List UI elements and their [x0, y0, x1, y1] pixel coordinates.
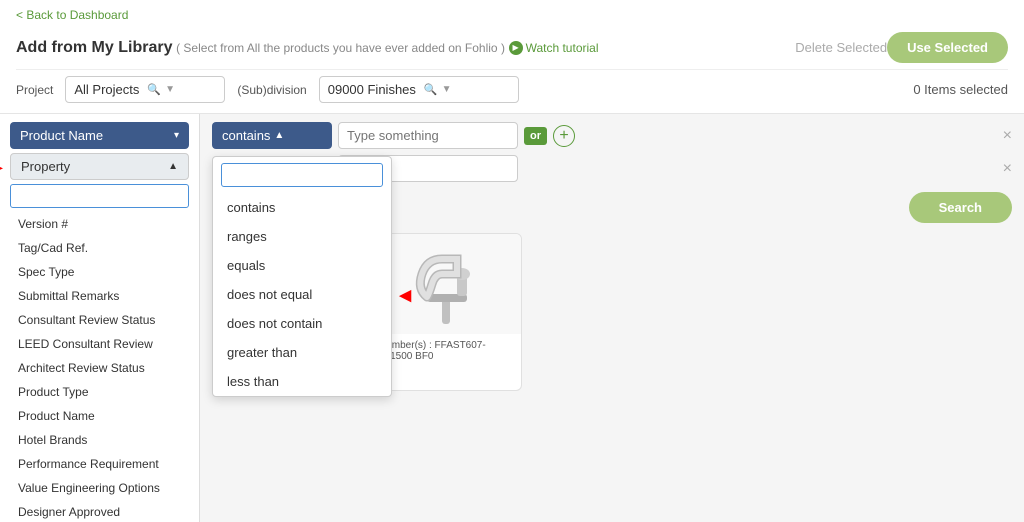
project-label: Project	[16, 83, 53, 97]
subdivision-value: 09000 Finishes	[328, 82, 416, 97]
property-item-consultant[interactable]: Consultant Review Status	[10, 308, 189, 332]
red-arrow-does-not-equal: ◀	[399, 286, 411, 304]
contains-option-does-not-contain[interactable]: does not contain	[213, 309, 391, 338]
property-item-valueeng[interactable]: Value Engineering Options	[10, 476, 189, 500]
contains-dropdown-btn[interactable]: contains ▲ contains ranges equals does n…	[212, 122, 332, 149]
play-icon: ▶	[509, 41, 523, 55]
search-button[interactable]: Search	[909, 192, 1012, 223]
faucet-svg	[407, 239, 487, 329]
contains-option-equals[interactable]: equals	[213, 251, 391, 280]
contains-label: contains	[222, 128, 270, 143]
chevron-up-icon-property: ▲	[168, 161, 178, 172]
chevron-up-icon-contains: ▲	[274, 130, 284, 141]
contains-option-less-than[interactable]: less than	[213, 367, 391, 396]
property-filter-chip[interactable]: Property ▲	[10, 153, 189, 180]
product-card-faucet[interactable]: Number(s) : FFAST607-501500 BF0	[372, 233, 522, 391]
right-filter-area: contains ▲ contains ranges equals does n…	[200, 114, 1024, 522]
contains-menu-search[interactable]	[221, 163, 383, 187]
items-selected-count: 0 Items selected	[913, 82, 1008, 97]
product-name-filter-chip[interactable]: Product Name ▾	[10, 122, 189, 149]
page-title: Add from My Library	[16, 39, 172, 57]
remove-filter-row2-button[interactable]: ×	[1003, 160, 1012, 178]
property-item-performance[interactable]: Performance Requirement	[10, 452, 189, 476]
or-badge: or	[524, 127, 547, 145]
left-filter-panel: Product Name ▾ Property ▲ ➤ Version # Ta…	[0, 114, 200, 522]
property-item-submittal[interactable]: Submittal Remarks	[10, 284, 189, 308]
property-search-input[interactable]	[10, 184, 189, 208]
back-to-dashboard-link[interactable]: < Back to Dashboard	[16, 4, 128, 26]
subdivision-label: (Sub)division	[237, 83, 306, 97]
project-value: All Projects	[74, 82, 139, 97]
property-item-productname[interactable]: Product Name	[10, 404, 189, 428]
property-item-leed[interactable]: LEED Consultant Review	[10, 332, 189, 356]
delete-selected-button[interactable]: Delete Selected	[795, 40, 887, 55]
contains-option-does-not-equal[interactable]: does not equal ◀	[213, 280, 391, 309]
property-list: Version # Tag/Cad Ref. Spec Type Submitt…	[10, 212, 189, 522]
contains-option-greater-than[interactable]: greater than	[213, 338, 391, 367]
contains-option-contains[interactable]: contains	[213, 193, 391, 222]
property-item-hotel[interactable]: Hotel Brands	[10, 428, 189, 452]
remove-filter-row1-button[interactable]: ×	[1003, 127, 1012, 145]
product-name-faucet: Number(s) : FFAST607-501500 BF0	[379, 340, 515, 362]
chevron-down-icon-sub: ▼	[442, 84, 452, 95]
chip-label-product-name: Product Name	[20, 128, 103, 143]
red-arrow-property: ➤	[0, 158, 3, 179]
chevron-down-icon: ▼	[165, 84, 175, 95]
chevron-down-icon-chip1: ▾	[174, 130, 179, 141]
page-subtitle: ( Select from All the products you have …	[176, 41, 505, 55]
property-chip-label: Property	[21, 159, 70, 174]
watch-tutorial-link[interactable]: Watch tutorial	[526, 41, 599, 55]
property-item-version[interactable]: Version #	[10, 212, 189, 236]
use-selected-button[interactable]: Use Selected	[887, 32, 1008, 63]
contains-dropdown-menu: contains ranges equals does not equal ◀ …	[212, 156, 392, 397]
search-icon-sub: 🔍	[424, 83, 438, 96]
add-filter-condition-button[interactable]: +	[553, 125, 575, 147]
project-dropdown[interactable]: All Projects 🔍 ▼	[65, 76, 225, 103]
product-card-info-faucet: Number(s) : FFAST607-501500 BF0	[373, 334, 521, 368]
property-item-designer[interactable]: Designer Approved	[10, 500, 189, 522]
contains-option-ranges[interactable]: ranges	[213, 222, 391, 251]
subdivision-dropdown[interactable]: 09000 Finishes 🔍 ▼	[319, 76, 519, 103]
property-item-producttype[interactable]: Product Type	[10, 380, 189, 404]
search-icon: 🔍	[147, 83, 161, 96]
product-card-image-faucet	[373, 234, 521, 334]
property-item-architect[interactable]: Architect Review Status	[10, 356, 189, 380]
property-item-tagcad[interactable]: Tag/Cad Ref.	[10, 236, 189, 260]
filter-text-input[interactable]	[338, 122, 518, 149]
property-item-spectype[interactable]: Spec Type	[10, 260, 189, 284]
